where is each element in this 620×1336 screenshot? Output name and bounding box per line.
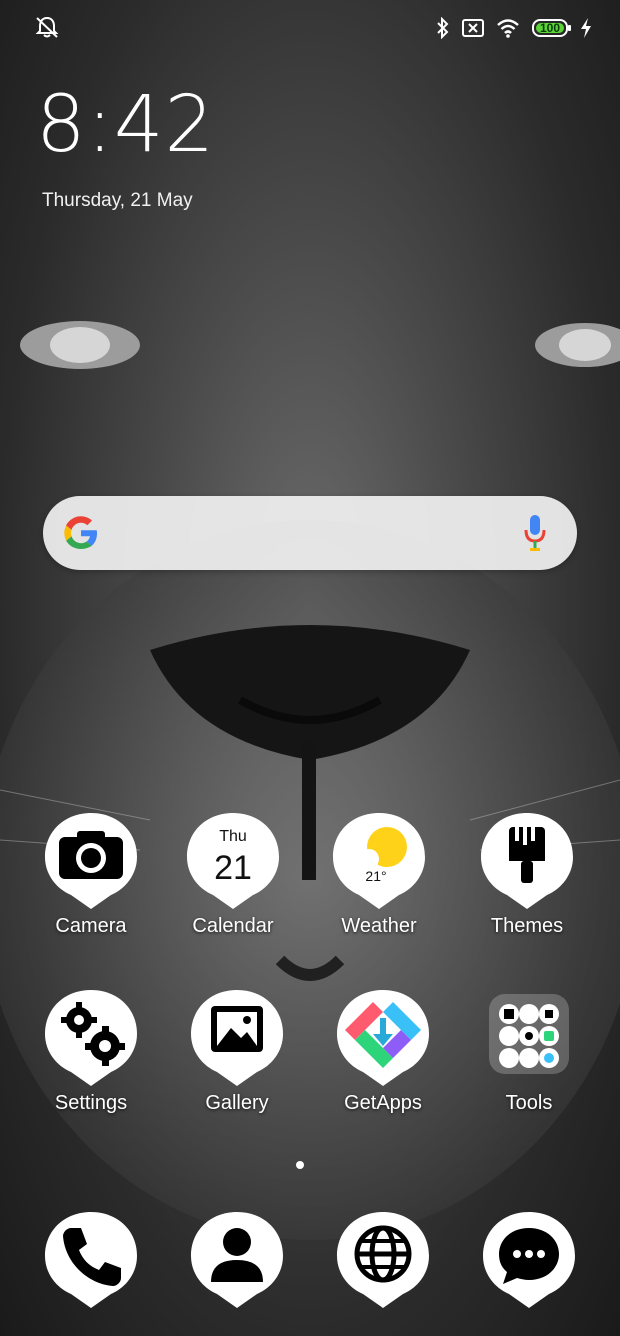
app-label: Tools: [505, 1092, 553, 1114]
app-camera[interactable]: Camera: [36, 811, 146, 951]
camera-icon: [45, 813, 137, 909]
wifi-icon: [497, 19, 519, 38]
weather-icon: 21°: [333, 813, 425, 909]
app-getapps[interactable]: GetApps: [328, 988, 438, 1128]
battery-level: 100: [539, 21, 561, 35]
weather-temp: 21°: [365, 868, 386, 884]
app-messages[interactable]: [474, 1210, 584, 1336]
app-label: Weather: [341, 915, 417, 937]
getapps-icon: [337, 990, 429, 1086]
bluetooth-icon: [437, 17, 449, 39]
app-themes[interactable]: Themes: [472, 811, 582, 951]
no-sim-icon: [462, 19, 484, 37]
globe-icon: [337, 1212, 429, 1308]
home-screen: 100 8:42 Thursday, 21 May Camera Thu 21 …: [0, 0, 620, 1336]
brush-icon: [481, 813, 573, 909]
mic-icon[interactable]: [523, 513, 547, 553]
battery-indicator: 100: [532, 19, 571, 37]
app-label: Camera: [55, 915, 127, 937]
folder-icon: [489, 994, 569, 1074]
status-bar: 100: [0, 0, 620, 56]
clock-date[interactable]: Thursday, 21 May: [42, 190, 193, 212]
app-label: Themes: [490, 915, 564, 937]
calendar-date: 21: [214, 849, 252, 887]
app-browser[interactable]: [328, 1210, 438, 1336]
app-calendar[interactable]: Thu 21 Calendar: [178, 811, 288, 951]
app-settings[interactable]: Settings: [36, 988, 146, 1128]
app-label: GetApps: [344, 1092, 422, 1114]
calendar-day: Thu: [219, 828, 247, 845]
phone-icon: [45, 1212, 137, 1308]
app-weather[interactable]: 21° Weather: [324, 811, 434, 951]
messages-icon: [483, 1212, 575, 1308]
app-label: Calendar: [192, 915, 274, 937]
app-label: Settings: [54, 1092, 128, 1114]
gears-icon: [45, 990, 137, 1086]
app-phone[interactable]: [36, 1210, 146, 1336]
contacts-icon: [191, 1212, 283, 1308]
folder-tools[interactable]: Tools: [474, 988, 584, 1128]
app-label: Gallery: [205, 1092, 269, 1114]
google-search-bar[interactable]: [43, 496, 577, 570]
calendar-icon: Thu 21: [187, 813, 279, 909]
page-indicator-dot[interactable]: [296, 1161, 304, 1169]
google-g-icon: [64, 516, 97, 549]
gallery-icon: [191, 990, 283, 1086]
app-gallery[interactable]: Gallery: [182, 988, 292, 1128]
notifications-muted-icon: [35, 16, 59, 38]
clock-time[interactable]: 8:42: [36, 86, 215, 164]
app-contacts[interactable]: [182, 1210, 292, 1336]
lightning-icon: [581, 18, 591, 38]
